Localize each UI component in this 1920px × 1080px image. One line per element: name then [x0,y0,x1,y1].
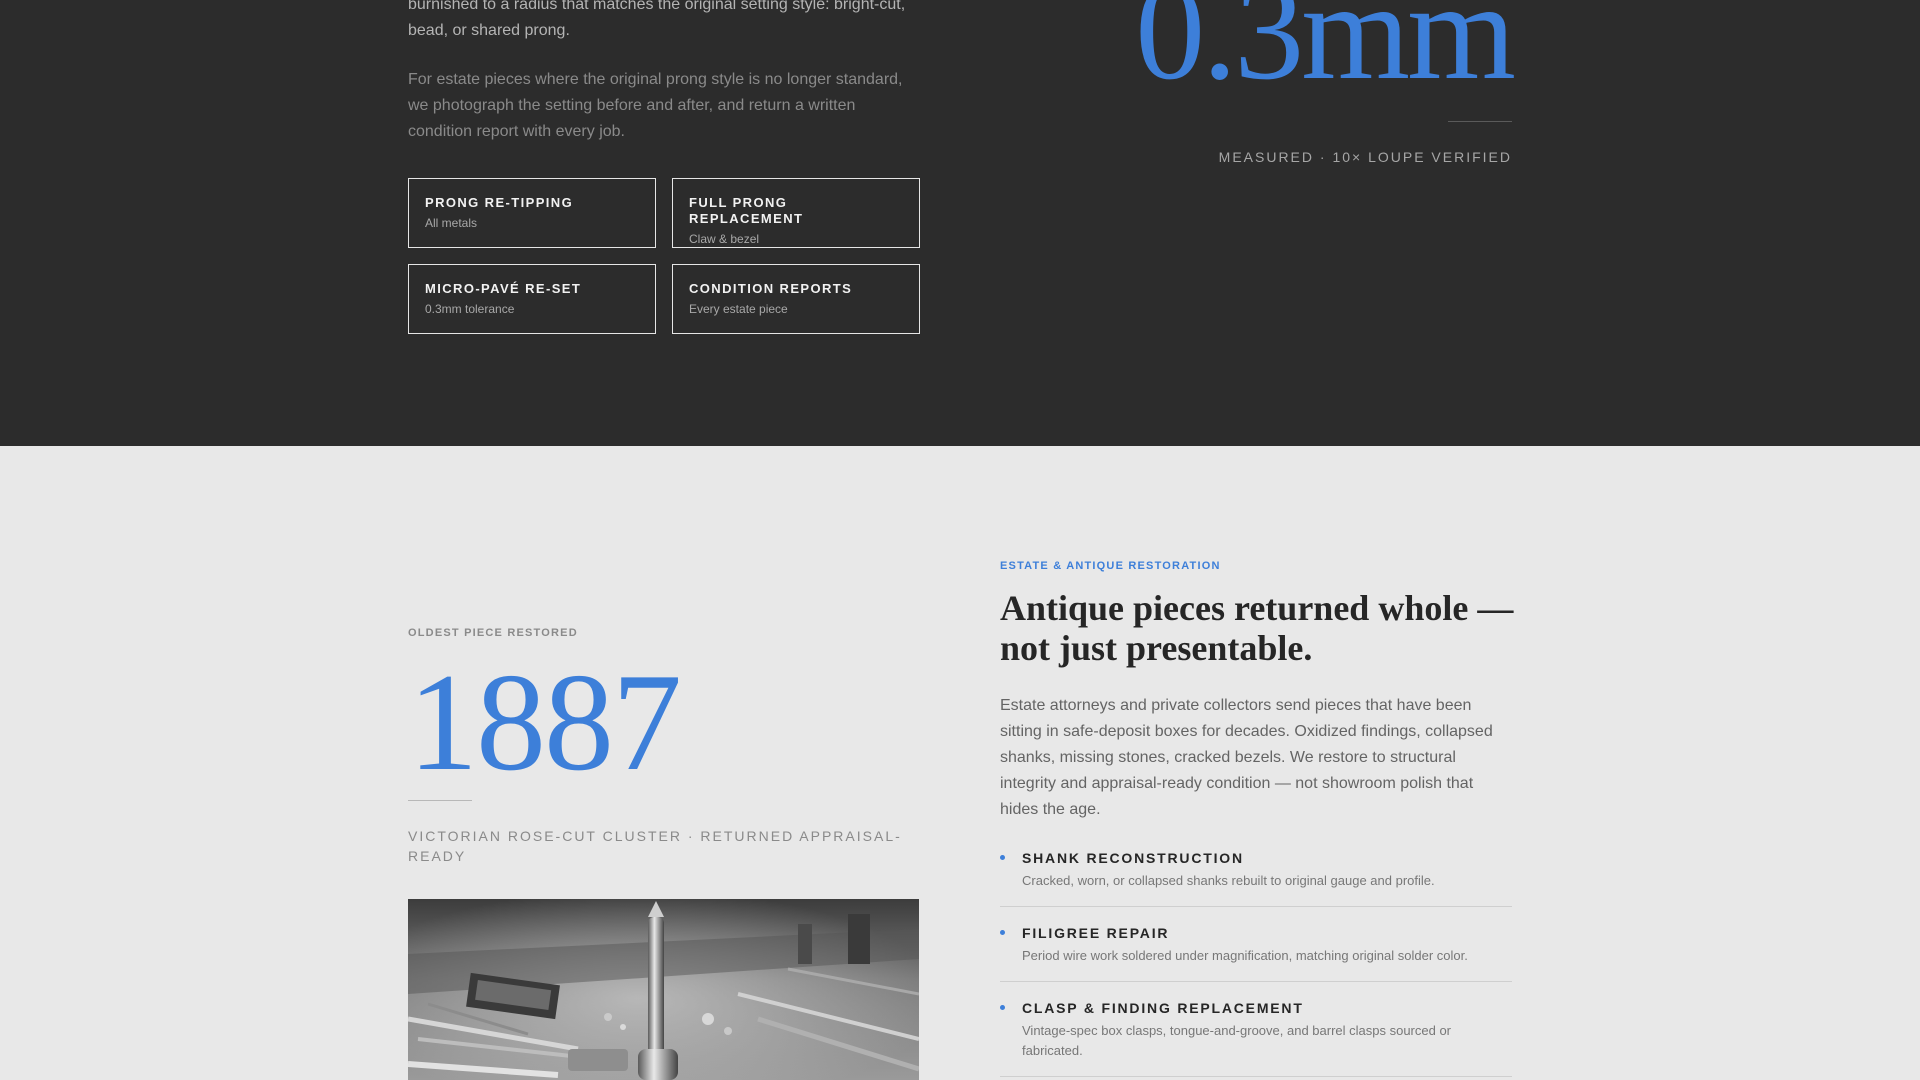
tolerance-stat-value: 0.3mm [1135,0,1516,109]
service-card-micro-pave-reset[interactable]: MICRO-PAVÉ RE-SET 0.3mm tolerance [408,264,656,334]
feature-description: Period wire work soldered under magnific… [1022,948,1468,963]
prong-services-section: burnished to a radius that matches the o… [0,0,1920,446]
service-title: FULL PRONG REPLACEMENT [689,195,804,226]
service-subtitle: Claw & bezel [689,232,760,246]
oldest-piece-caption: VICTORIAN ROSE-CUT CLUSTER · RETURNED AP… [408,828,902,864]
estate-body-paragraph: Estate attorneys and private collectors … [1000,697,1493,818]
feature-title: SHANK RECONSTRUCTION [1022,850,1244,866]
estate-prong-paragraph: For estate pieces where the original pro… [408,71,903,140]
service-card-condition-reports[interactable]: CONDITION REPORTS Every estate piece [672,264,920,334]
oldest-piece-year: 1887 [408,645,682,800]
feature-clasp-finding-replacement: CLASP & FINDING REPLACEMENT Vintage-spec… [1000,999,1512,1077]
feature-title: FILIGREE REPAIR [1022,925,1170,941]
service-subtitle: 0.3mm tolerance [425,302,515,316]
workbench-photo [408,899,919,1080]
service-title: CONDITION REPORTS [689,281,853,296]
bullet-dot-icon [1000,855,1005,860]
estate-heading: Antique pieces returned whole — not just… [1000,588,1514,668]
tolerance-stat-caption: MEASURED · 10× LOUPE VERIFIED [1218,149,1512,165]
service-card-prong-retipping[interactable]: PRONG RE-TIPPING All metals [408,178,656,248]
bullet-dot-icon [1000,1005,1005,1010]
feature-title: CLASP & FINDING REPLACEMENT [1022,1000,1304,1016]
service-subtitle: Every estate piece [689,302,788,316]
feature-shank-reconstruction: SHANK RECONSTRUCTION Cracked, worn, or c… [1000,849,1512,907]
estate-restoration-section [0,446,1920,1080]
feature-description: Cracked, worn, or collapsed shanks rebui… [1022,873,1435,888]
workbench-tools-image [408,899,919,1080]
estate-eyebrow: ESTATE & ANTIQUE RESTORATION [1000,560,1221,572]
year-divider [408,800,472,801]
oldest-piece-eyebrow: OLDEST PIECE RESTORED [408,627,578,639]
service-card-full-prong-replacement[interactable]: FULL PRONG REPLACEMENT Claw & bezel [672,178,920,248]
prong-intro-paragraph: burnished to a radius that matches the o… [408,0,906,39]
service-title: MICRO-PAVÉ RE-SET [425,281,582,296]
service-title: PRONG RE-TIPPING [425,195,574,210]
service-subtitle: All metals [425,216,478,230]
feature-filigree-repair: FILIGREE REPAIR Period wire work soldere… [1000,924,1512,982]
stat-divider [1448,121,1512,122]
feature-description: Vintage-spec box clasps, tongue-and-groo… [1022,1023,1452,1058]
bullet-dot-icon [1000,930,1005,935]
